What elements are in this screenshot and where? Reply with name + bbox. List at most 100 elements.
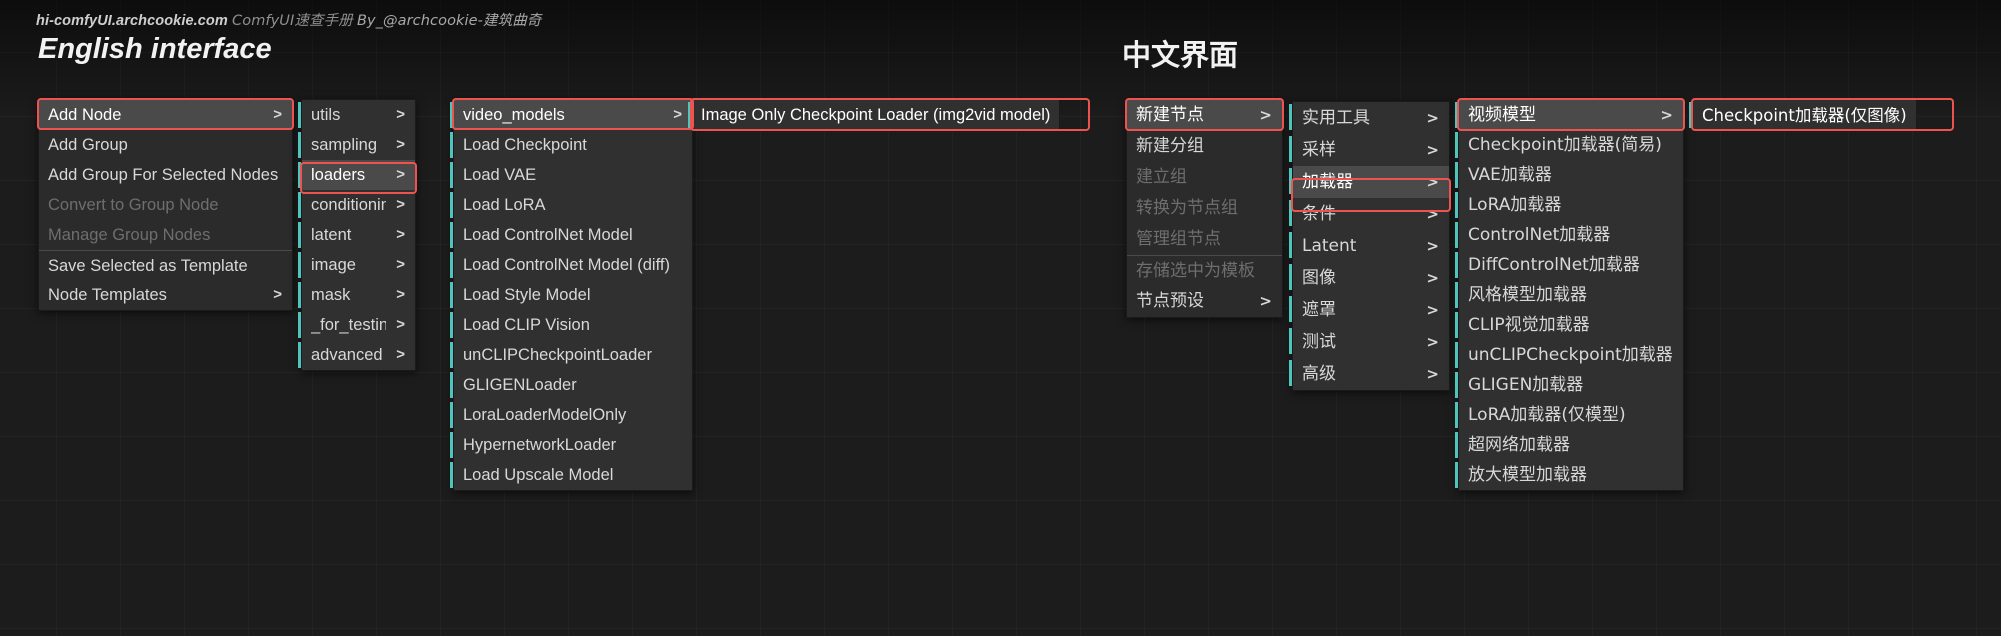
menu-item-video-models[interactable]: video_models > [450, 100, 692, 130]
menu-item-label: 视频模型 [1468, 105, 1536, 125]
menu-item-采样[interactable]: 采样 > [1289, 134, 1449, 166]
menu-item-load-style-model[interactable]: Load Style Model [450, 280, 692, 310]
menu-item-advanced[interactable]: advanced > [298, 340, 415, 370]
menu-item-utils[interactable]: utils > [298, 100, 415, 130]
menu-item-loaders[interactable]: loaders > [298, 160, 415, 190]
zh-leaf-node-item[interactable]: Checkpoint加载器(仅图像) [1689, 99, 1917, 130]
menu-item-label: 测试 [1302, 332, 1336, 352]
menu-item-加载器[interactable]: 加载器 > [1289, 166, 1449, 198]
menu-item-存储选中为模板: 存储选中为模板 [1127, 255, 1282, 286]
menu-item-vae加载器[interactable]: VAE加载器 [1455, 160, 1683, 190]
menu-item-label: LoraLoaderModelOnly [463, 406, 627, 424]
menu-item-latent[interactable]: latent > [298, 220, 415, 250]
menu-item-hypernetworkloader[interactable]: HypernetworkLoader [450, 430, 692, 460]
menu-item-clip视觉加载器[interactable]: CLIP视觉加载器 [1455, 310, 1683, 340]
menu-item-add-group-for-selected-nodes[interactable]: Add Group For Selected Nodes [39, 160, 292, 190]
menu-item-图像[interactable]: 图像 > [1289, 262, 1449, 294]
menu-item-node-templates[interactable]: Node Templates > [39, 280, 292, 310]
chevron-right-icon: > [1426, 173, 1439, 191]
menu-item-gligen加载器[interactable]: GLIGEN加载器 [1455, 370, 1683, 400]
menu-item-放大模型加载器[interactable]: 放大模型加载器 [1455, 460, 1683, 490]
menu-item-label: GLIGENLoader [463, 376, 577, 394]
chevron-right-icon: > [1259, 106, 1272, 124]
menu-item-diffcontrolnet加载器[interactable]: DiffControlNet加载器 [1455, 250, 1683, 280]
chevron-right-icon: > [1426, 205, 1439, 223]
menu-item-label: Manage Group Nodes [48, 226, 211, 244]
chevron-right-icon: > [273, 106, 282, 123]
menu-item-label: DiffControlNet加载器 [1468, 255, 1640, 275]
menu-item-label: Load Checkpoint [463, 136, 587, 154]
menu-item-label: Add Group [48, 136, 128, 154]
menu-item-高级[interactable]: 高级 > [1289, 358, 1449, 390]
menu-item-label: Add Group For Selected Nodes [48, 166, 279, 184]
menu-item-unclipcheckpointloader[interactable]: unCLIPCheckpointLoader [450, 340, 692, 370]
menu-item-label: 图像 [1302, 268, 1336, 288]
menu-item-image[interactable]: image > [298, 250, 415, 280]
menu-item-mask[interactable]: mask > [298, 280, 415, 310]
menu-item-label: 加载器 [1302, 172, 1353, 192]
menu-item-sampling[interactable]: sampling > [298, 130, 415, 160]
chevron-right-icon: > [396, 256, 405, 273]
menu-item-load-checkpoint[interactable]: Load Checkpoint [450, 130, 692, 160]
menu-item-label: 放大模型加载器 [1468, 465, 1587, 485]
menu-item-load-vae[interactable]: Load VAE [450, 160, 692, 190]
section-title-english: English interface [38, 33, 272, 65]
menu-item-latent[interactable]: Latent > [1289, 230, 1449, 262]
menu-item-controlnet加载器[interactable]: ControlNet加载器 [1455, 220, 1683, 250]
menu-item-checkpoint加载器-简易[interactable]: Checkpoint加载器(简易) [1455, 130, 1683, 160]
menu-item-遮罩[interactable]: 遮罩 > [1289, 294, 1449, 326]
menu-item-label: Load VAE [463, 166, 537, 184]
menu-item-节点预设[interactable]: 节点预设 > [1127, 286, 1282, 317]
chevron-right-icon: > [1426, 301, 1439, 319]
menu-item-新建节点[interactable]: 新建节点 > [1127, 100, 1282, 131]
zh-context-menu[interactable]: 新建节点 > 新建分组 建立组 转换为节点组 管理组节点 存储选中为模板 节点预设 > [1126, 99, 1283, 318]
en-category-menu[interactable]: utils>sampling>loaders>conditioning>late… [298, 99, 416, 371]
en-loaders-menu[interactable]: video_models > Load Checkpoint Load VAE Load… [450, 99, 693, 491]
menu-item-load-clip-vision[interactable]: Load CLIP Vision [450, 310, 692, 340]
menu-item-loraloadermodelonly[interactable]: LoraLoaderModelOnly [450, 400, 692, 430]
menu-item-load-lora[interactable]: Load LoRA [450, 190, 692, 220]
menu-item-风格模型加载器[interactable]: 风格模型加载器 [1455, 280, 1683, 310]
menu-item-label: Load ControlNet Model (diff) [463, 256, 670, 274]
menu-item-视频模型[interactable]: 视频模型 > [1455, 100, 1683, 130]
menu-item-label: LoRA加载器(仅模型) [1468, 405, 1626, 425]
menu-item-label: 条件 [1302, 204, 1336, 224]
menu-item-load-controlnet-model-diff[interactable]: Load ControlNet Model (diff) [450, 250, 692, 280]
chevron-right-icon: > [1660, 106, 1673, 124]
menu-item-save-selected-as-template[interactable]: Save Selected as Template [39, 250, 292, 280]
menu-item-转换为节点组: 转换为节点组 [1127, 193, 1282, 224]
menu-item-label: 新建节点 [1136, 105, 1204, 125]
menu-item-label: VAE加载器 [1468, 165, 1552, 185]
menu-item-测试[interactable]: 测试 > [1289, 326, 1449, 358]
menu-item-超网络加载器[interactable]: 超网络加载器 [1455, 430, 1683, 460]
menu-item-label: unCLIPCheckpoint加载器 [1468, 345, 1673, 365]
menu-item-for-testing[interactable]: _for_testing > [298, 310, 415, 340]
chevron-right-icon: > [396, 346, 405, 363]
chevron-right-icon: > [396, 196, 405, 213]
credit-subtitle: ComfyUI速查手册 [232, 13, 353, 29]
chevron-right-icon: > [1426, 109, 1439, 127]
en-context-menu[interactable]: Add Node > Add Group Add Group For Selected… [38, 99, 293, 311]
menu-item-gligenloader[interactable]: GLIGENLoader [450, 370, 692, 400]
menu-item-label: Node Templates [48, 286, 167, 304]
chevron-right-icon: > [396, 106, 405, 123]
menu-item-条件[interactable]: 条件 > [1289, 198, 1449, 230]
menu-item-label: Add Node [48, 106, 122, 124]
menu-item-add-group[interactable]: Add Group [39, 130, 292, 160]
menu-item-load-upscale-model[interactable]: Load Upscale Model [450, 460, 692, 490]
zh-category-menu[interactable]: 实用工具 > 采样 > 加载器 > 条件 > Latent > 图像 > 遮罩 > 测试 > 高级 > [1289, 101, 1450, 391]
menu-item-实用工具[interactable]: 实用工具 > [1289, 102, 1449, 134]
menu-item-label: _for_testing [311, 316, 387, 334]
en-leaf-node-item[interactable]: Image Only Checkpoint Loader (img2vid mo… [687, 99, 1061, 130]
menu-item-load-controlnet-model[interactable]: Load ControlNet Model [450, 220, 692, 250]
menu-item-unclipcheckpoint加载器[interactable]: unCLIPCheckpoint加载器 [1455, 340, 1683, 370]
credit-site: hi-comfyUI.archcookie.com [36, 13, 228, 29]
menu-item-新建分组[interactable]: 新建分组 [1127, 131, 1282, 162]
menu-item-add-node[interactable]: Add Node > [39, 100, 292, 130]
menu-item-label: ControlNet加载器 [1468, 225, 1611, 245]
menu-item-lora加载器-仅模型[interactable]: LoRA加载器(仅模型) [1455, 400, 1683, 430]
menu-item-label: CLIP视觉加载器 [1468, 315, 1590, 335]
zh-loaders-menu[interactable]: 视频模型 > Checkpoint加载器(简易) VAE加载器 LoRA加载器 Contr… [1455, 99, 1684, 491]
menu-item-conditioning[interactable]: conditioning > [298, 190, 415, 220]
menu-item-lora加载器[interactable]: LoRA加载器 [1455, 190, 1683, 220]
